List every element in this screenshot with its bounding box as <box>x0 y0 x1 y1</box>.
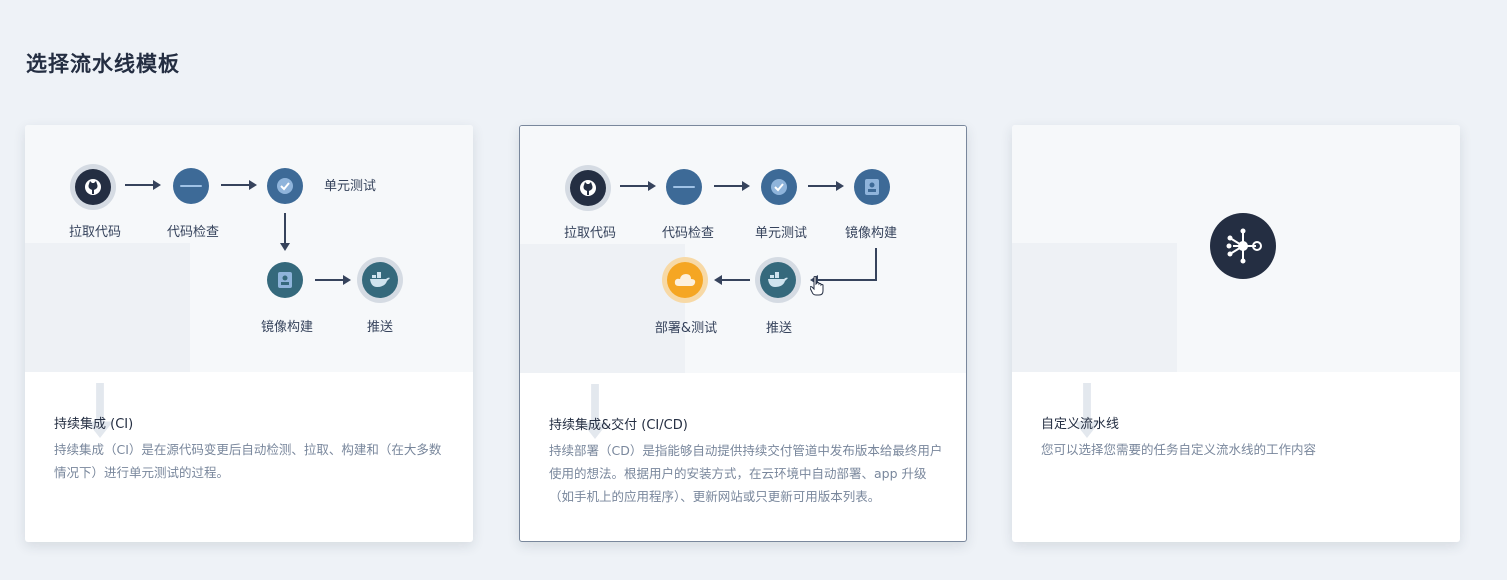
container-image-icon <box>854 169 890 205</box>
card-text: 持续集成（CI）是在源代码变更后自动检测、拉取、构建和（在大多数情况下）进行单元… <box>54 442 442 480</box>
template-card-cicd[interactable]: 拉取代码 代码检查 单元测试 镜像构建 推送 部署&测试 持续集成&交付 (CI… <box>519 125 967 542</box>
card-description: 自定义流水线 您可以选择您需要的任务自定义流水线的工作内容 <box>1041 413 1436 461</box>
flow-arrow <box>620 181 656 191</box>
flow-arrow <box>714 275 750 285</box>
github-icon <box>570 170 606 206</box>
github-icon <box>75 169 111 205</box>
sonarqube-icon <box>666 169 702 205</box>
docker-icon <box>760 262 796 298</box>
card-illustration: 拉取代码 代码检查 单元测试 镜像构建 推送 部署&测试 <box>520 126 966 439</box>
card-text: 您可以选择您需要的任务自定义流水线的工作内容 <box>1041 442 1317 457</box>
card-illustration <box>1012 125 1460 438</box>
step-label-check: 代码检查 <box>166 225 220 240</box>
sonarqube-icon <box>173 168 209 204</box>
template-card-ci[interactable]: 单元测试 拉取代码 代码检查 镜像构建 推送 持续集成 (CI) 持续集成（CI… <box>25 125 473 542</box>
flow-arrow <box>315 275 351 285</box>
step-label-build: 镜像构建 <box>260 320 314 335</box>
card-title: 持续集成 (CI) <box>54 417 134 432</box>
step-label-pull: 拉取代码 <box>68 225 122 240</box>
step-label-unittest: 单元测试 <box>323 179 377 194</box>
template-card-custom[interactable]: 自定义流水线 您可以选择您需要的任务自定义流水线的工作内容 <box>1012 125 1460 542</box>
card-description: 持续集成 (CI) 持续集成（CI）是在源代码变更后自动检测、拉取、构建和（在大… <box>54 413 449 484</box>
flow-connector <box>875 248 877 280</box>
hand-cursor-icon <box>809 276 824 300</box>
card-title: 持续集成&交付 (CI/CD) <box>549 418 688 433</box>
container-image-icon <box>267 262 303 298</box>
flow-arrow <box>221 180 257 190</box>
step-label-build: 镜像构建 <box>844 226 898 241</box>
step-label-pull: 拉取代码 <box>563 226 617 241</box>
card-text: 持续部署（CD）是指能够自动提供持续交付管道中发布版本给最终用户使用的想法。根据… <box>549 443 943 504</box>
step-label-unittest: 单元测试 <box>754 226 808 241</box>
card-title: 自定义流水线 <box>1041 417 1120 432</box>
step-label-deploy: 部署&测试 <box>654 321 718 336</box>
step-label-check: 代码检查 <box>661 226 715 241</box>
step-label-push: 推送 <box>366 320 394 335</box>
flow-arrow <box>125 180 161 190</box>
flow-arrow <box>280 213 290 251</box>
pipeline-network-icon <box>1210 213 1276 279</box>
card-illustration: 单元测试 拉取代码 代码检查 镜像构建 推送 <box>25 125 473 438</box>
flow-arrow <box>714 181 750 191</box>
flow-arrow <box>808 181 844 191</box>
check-icon <box>267 168 303 204</box>
docker-icon <box>362 262 398 298</box>
check-icon <box>761 169 797 205</box>
page-title: 选择流水线模板 <box>26 52 180 76</box>
card-description: 持续集成&交付 (CI/CD) 持续部署（CD）是指能够自动提供持续交付管道中发… <box>549 414 944 508</box>
step-label-push: 推送 <box>765 321 793 336</box>
cloud-icon <box>667 262 703 298</box>
